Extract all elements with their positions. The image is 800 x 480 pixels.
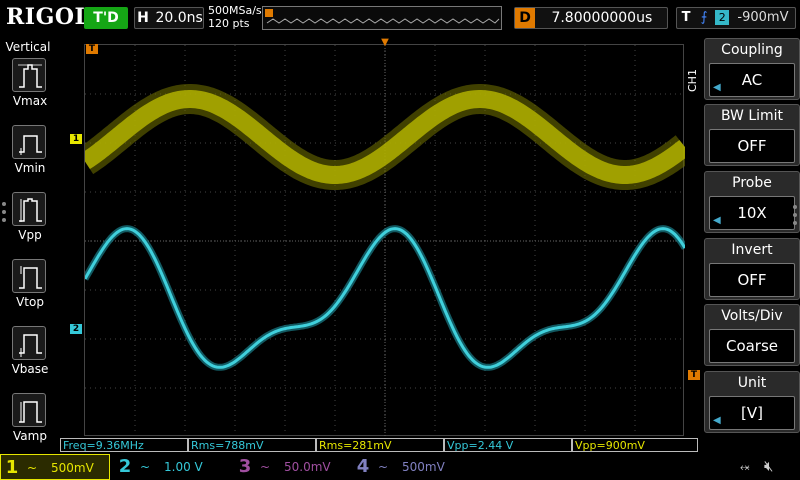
measure-label: Vamp [13,429,47,443]
softkey-title: Invert [731,242,773,258]
trigger-position-arrow-icon: ▼ [381,37,389,48]
probe-softkey[interactable]: Probe ◀ 10X [704,171,800,233]
softkey-title: Volts/Div [721,308,783,324]
delay-readout[interactable]: D 7.80000000us [514,7,668,29]
softkey-title: Unit [737,375,767,391]
ac-coupling-icon: ~ [140,460,151,474]
measurement-vpp-ch2[interactable]: Vpp=2.44 V [444,438,572,452]
ch2-tab[interactable]: 2 ~ 1.00 V [114,454,224,480]
ac-coupling-icon: ~ [378,460,389,474]
usb-icon: ⬾ [740,460,750,474]
channel-scale: 50.0mV [284,460,331,474]
measure-label: Vmin [14,161,46,175]
trigger-readout[interactable]: T ⨍ 2 -900mV [676,7,796,29]
measure-label: Vmax [12,94,48,108]
channel-menu-tag: CH1 [686,69,699,93]
softkey-value: OFF [709,129,795,163]
trigger-source-badge: 2 [715,10,730,25]
ch4-tab[interactable]: 4 ~ 500mV [352,454,462,480]
acquisition-info: 500MSa/s 120 pts [208,4,262,30]
selector-arrow-icon: ◀ [713,82,721,93]
volts-div-softkey[interactable]: Volts/Div Coarse [704,304,800,366]
measure-vtop-button[interactable]: Vtop [8,259,52,309]
selector-arrow-icon: ◀ [713,415,721,426]
channel-status-bar: 1 ~ 500mV 2 ~ 1.00 V 3 ~ 50.0mV 4 ~ 500m… [0,452,800,480]
ac-coupling-icon: ~ [260,460,271,474]
memory-points: 120 pts [208,17,250,30]
vamp-icon [12,393,46,427]
vtop-icon [12,259,46,293]
delay-value: 7.80000000us [551,10,653,26]
softkey-value: ◀ AC [709,63,795,97]
measurement-results: Freq=9.36MHz Rms=788mV Rms=281mV Vpp=2.4… [60,438,700,452]
measurement-freq[interactable]: Freq=9.36MHz [60,438,188,452]
softkey-value: Coarse [709,329,795,363]
speaker-muted-icon[interactable]: 🔇︎ [764,457,773,475]
vpp-icon [12,192,46,226]
rigol-logo: RIGOL [6,4,91,30]
measurement-vpp-ch1[interactable]: Vpp=900mV [572,438,698,452]
channel-scale: 500mV [402,460,445,474]
softkey-value: ◀ [V] [709,396,795,430]
timebase-value: 20.0ns [155,10,203,26]
selector-arrow-icon: ◀ [713,215,721,226]
trigger-level-value: -900mV [737,10,789,25]
unit-softkey[interactable]: Unit ◀ [V] [704,371,800,433]
measure-vbase-button[interactable]: Vbase [8,326,52,376]
channel-scale: 1.00 V [164,460,203,474]
ch2-offset-marker[interactable]: 2 [70,324,82,334]
trigger-level-marker[interactable]: T [688,370,700,380]
softkey-value: OFF [709,263,795,297]
softkey-title: BW Limit [720,108,784,124]
measure-vpp-button[interactable]: Vpp [8,192,52,242]
top-status-bar: RIGOL T'D H 20.0ns 500MSa/s 120 pts D 7.… [0,0,800,36]
softkey-title: Coupling [721,42,783,58]
measure-panel: Vertical Vmax Vmin Vpp Vtop Vbase Vamp [0,36,56,452]
bw-limit-softkey[interactable]: BW Limit OFF [704,104,800,166]
channel-number: 3 [238,456,252,477]
page-indicator [2,202,6,226]
measure-panel-title: Vertical [5,40,51,54]
softkey-value: ◀ 10X [709,196,795,230]
measure-label: Vbase [11,362,49,376]
invert-softkey[interactable]: Invert OFF [704,238,800,300]
coupling-softkey[interactable]: Coupling ◀ AC [704,38,800,100]
vmax-icon [12,58,46,92]
memory-position-bar[interactable] [262,6,502,30]
measure-label: Vpp [18,228,42,242]
channel-menu: Coupling ◀ AC BW Limit OFF Probe ◀ 10X Inv… [704,38,800,452]
trigger-position-marker[interactable]: T [86,44,98,54]
trigger-label: T [681,10,691,25]
waveform-display[interactable] [84,44,685,437]
timebase-readout[interactable]: H 20.0ns [134,7,204,29]
softkey-title: Probe [732,175,772,191]
measurement-rms-ch2[interactable]: Rms=788mV [188,438,316,452]
channel-scale: 500mV [51,461,94,475]
run-status-badge[interactable]: T'D [84,7,128,29]
ac-coupling-icon: ~ [27,461,38,475]
rising-edge-icon: ⨍ [700,10,708,25]
menu-page-indicator [793,205,797,229]
memory-position-marker [265,9,273,17]
horizontal-label: H [137,10,149,26]
memory-overview-waveform [265,9,500,24]
graticule [85,45,685,437]
vbase-icon [12,326,46,360]
ch1-tab[interactable]: 1 ~ 500mV [0,454,110,480]
measure-label: Vtop [16,295,44,309]
measurement-rms-ch1[interactable]: Rms=281mV [316,438,444,452]
measure-vamp-button[interactable]: Vamp [8,393,52,443]
sample-rate: 500MSa/s [208,4,262,17]
channel-number: 1 [5,457,19,478]
measure-vmin-button[interactable]: Vmin [8,125,52,175]
channel-number: 2 [118,456,132,477]
channel-number: 4 [356,456,370,477]
delay-label: D [515,8,535,28]
measure-vmax-button[interactable]: Vmax [8,58,52,108]
vmin-icon [12,125,46,159]
ch1-offset-marker[interactable]: 1 [70,134,82,144]
ch3-tab[interactable]: 3 ~ 50.0mV [234,454,344,480]
